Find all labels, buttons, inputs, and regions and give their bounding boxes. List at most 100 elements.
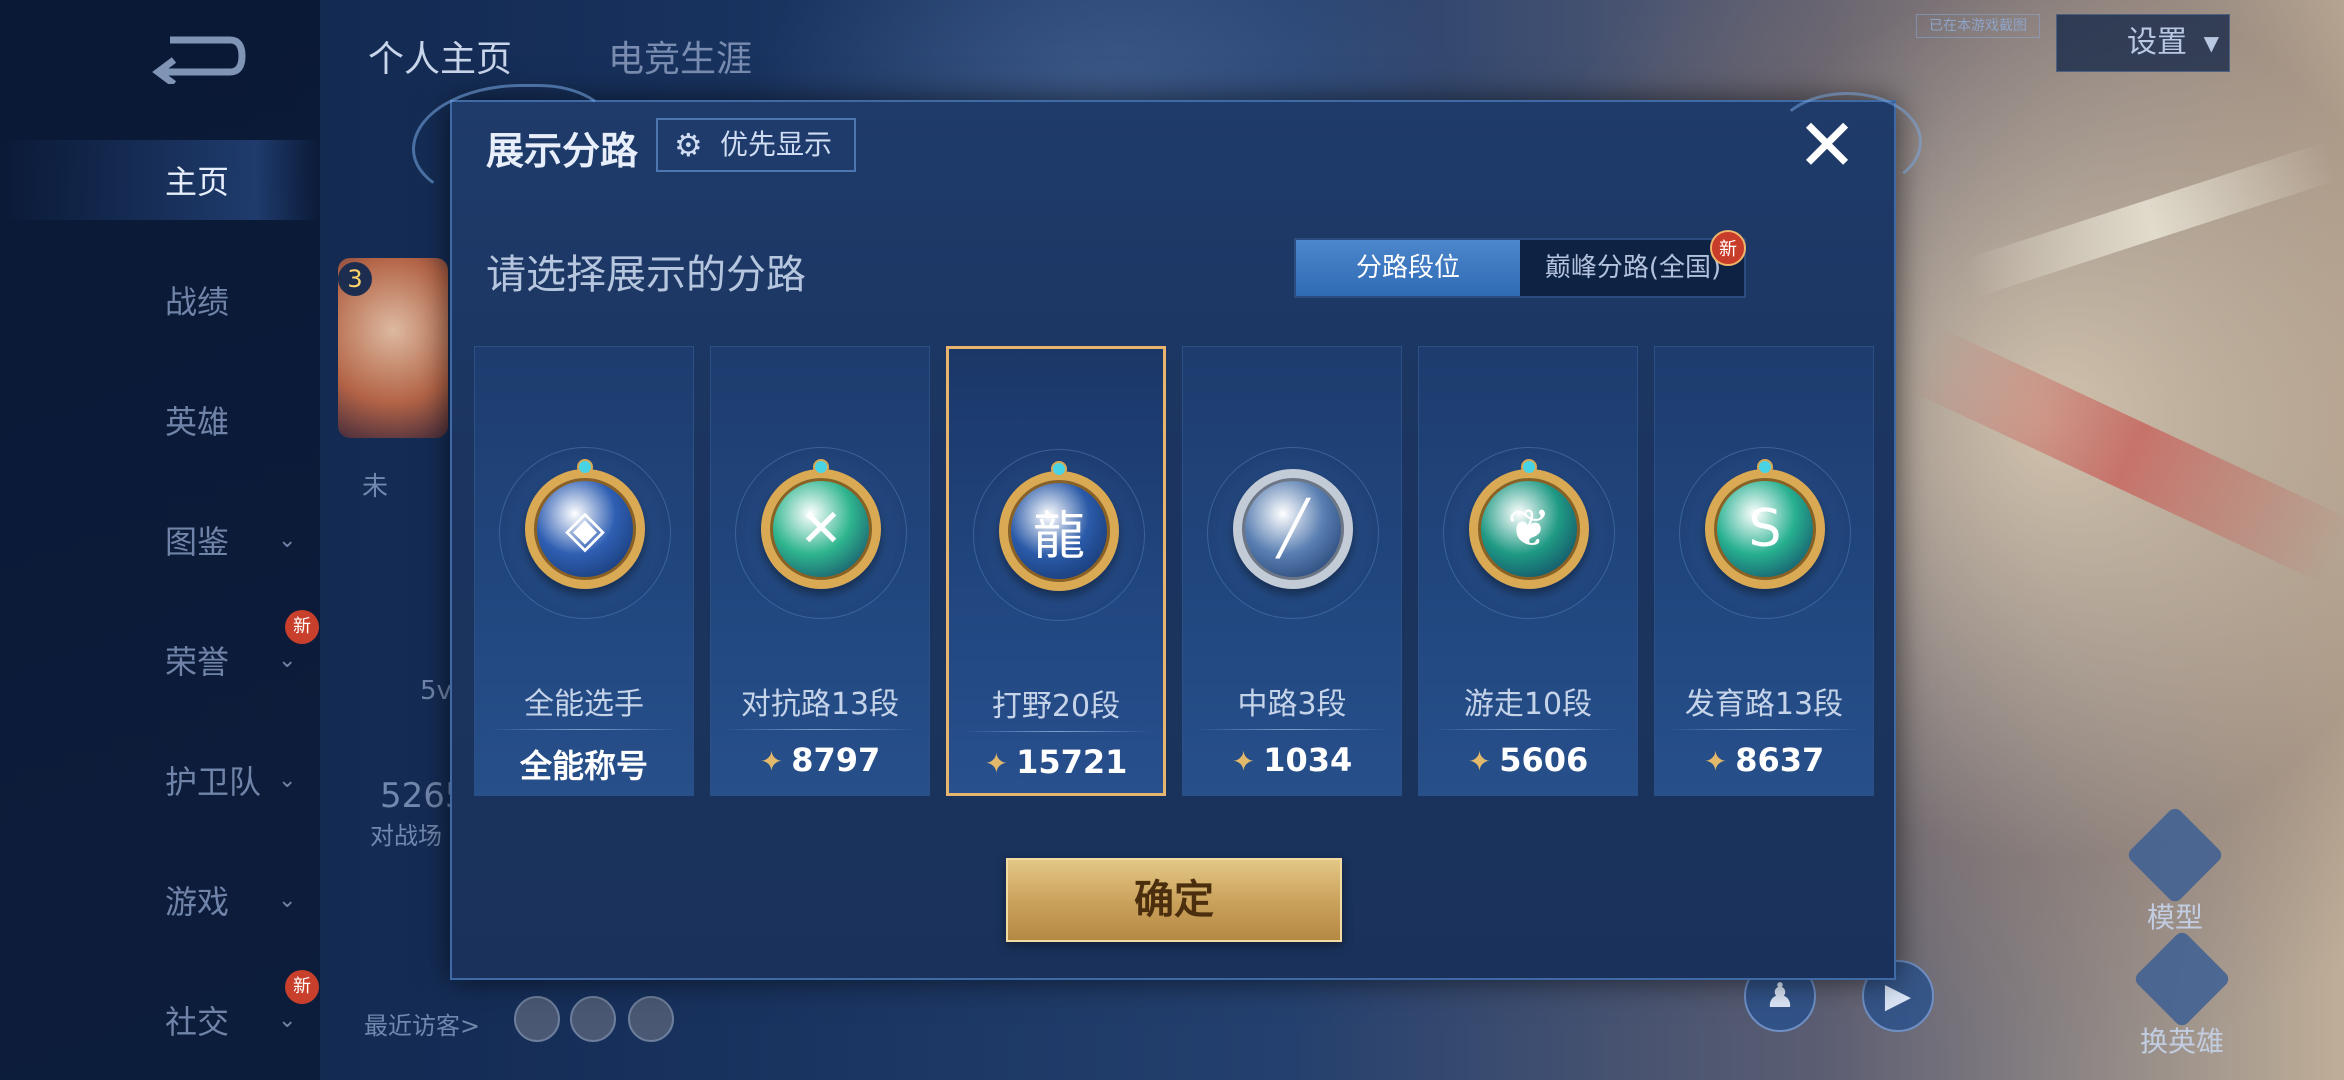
points-icon: ✦ xyxy=(984,747,1009,780)
gem-icon xyxy=(1521,459,1537,475)
sidebar-item-label: 社交 xyxy=(165,1003,230,1041)
lane-score-value: 全能称号 xyxy=(519,747,648,785)
lane-card[interactable]: 龍打野20段 ✦ 15721 xyxy=(946,346,1166,796)
sidebar-item-label: 游戏 xyxy=(165,883,230,921)
screenshot-tag: 已在本游戏截图 xyxy=(1916,14,2040,38)
new-badge: 新 xyxy=(285,610,319,644)
sidebar-item-2[interactable]: 英雄 xyxy=(0,380,320,460)
back-button[interactable] xyxy=(150,28,260,88)
dialog-title: 展示分路 xyxy=(486,129,639,173)
switch-hero-icon xyxy=(2132,929,2232,1029)
lane-score: ✦ 1034 xyxy=(1183,741,1401,779)
divider xyxy=(489,729,679,730)
sidebar-item-1[interactable]: 战绩 xyxy=(0,260,320,340)
lane-score-value: 8637 xyxy=(1735,741,1825,779)
points-icon: ✦ xyxy=(759,745,784,778)
tab-personal-home[interactable]: 个人主页 xyxy=(368,30,512,82)
chevron-down-icon: ⌄ xyxy=(278,887,297,913)
lane-rank-label: 发育路13段 xyxy=(1684,687,1844,722)
sidebar-item-label: 战绩 xyxy=(165,283,230,321)
priority-display-label: 优先显示 xyxy=(720,128,833,161)
lane-display-dialog: 展示分路 ⚙ 优先显示 ✕ 请选择展示的分路 分路段位 巅峰分路(全国) 新 ◈… xyxy=(412,84,1922,980)
confirm-button[interactable]: 确定 xyxy=(1006,858,1342,942)
gem-icon xyxy=(813,459,829,475)
gear-icon: ⚙ xyxy=(674,126,703,164)
allround-icon: ◈ xyxy=(525,469,645,589)
lane-score-value: 1034 xyxy=(1263,741,1353,779)
points-icon: ✦ xyxy=(1231,745,1256,778)
clash-lane-icon: ✕ xyxy=(761,469,881,589)
visitor-avatar[interactable] xyxy=(628,996,674,1042)
lane-card[interactable]: ╱ 中路3段 ✦ 1034 xyxy=(1182,346,1402,796)
settings-label: 设置 xyxy=(2127,25,2187,60)
gem-icon xyxy=(577,459,593,475)
close-button[interactable]: ✕ xyxy=(1792,109,1862,181)
sidebar-item-label: 荣誉 xyxy=(165,643,230,681)
sidebar-item-6[interactable]: 游戏 ⌄ xyxy=(0,860,320,940)
sidebar-item-label: 图鉴 xyxy=(165,523,230,561)
divider xyxy=(1433,729,1623,730)
gem-icon xyxy=(1051,461,1067,477)
tab-lane-rank[interactable]: 分路段位 xyxy=(1296,240,1520,296)
sidebar-item-3[interactable]: 图鉴 ⌄ xyxy=(0,500,320,580)
play-icon: ▶ xyxy=(1884,976,1912,1016)
settings-dropdown[interactable]: 设置 ▼ xyxy=(2056,14,2230,72)
person-icon: ♟ xyxy=(1764,976,1796,1016)
sidebar-item-5[interactable]: 护卫队 ⌄ xyxy=(0,740,320,820)
lane-score-value: 15721 xyxy=(1016,743,1128,781)
lane-card[interactable]: ◈ 全能选手全能称号 xyxy=(474,346,694,796)
lane-score: ✦ 15721 xyxy=(949,743,1163,781)
dialog-subtitle: 请选择展示的分路 xyxy=(486,252,806,298)
lane-score: ✦ 8797 xyxy=(711,741,929,779)
sidebar-item-7[interactable]: 社交 ⌄ 新 xyxy=(0,970,320,1060)
new-badge: 新 xyxy=(285,970,319,1004)
lane-rank-label: 对抗路13段 xyxy=(740,687,900,722)
lane-rank-label: 全能选手 xyxy=(524,687,644,722)
sidebar-item-label: 英雄 xyxy=(165,403,230,441)
switch-hero-button[interactable]: 换英雄 xyxy=(2132,929,2232,1060)
lane-score-value: 8797 xyxy=(791,741,881,779)
divider xyxy=(1669,729,1859,730)
level-badge: 3 xyxy=(338,262,372,296)
recent-visitors-link[interactable]: 最近访客> xyxy=(364,1006,480,1041)
chevron-down-icon: ⌄ xyxy=(278,1007,297,1033)
chevron-down-icon: ⌄ xyxy=(278,527,297,553)
sidebar-item-label: 护卫队 xyxy=(165,763,262,801)
lane-type-toggle: 分路段位 巅峰分路(全国) 新 xyxy=(1294,230,1746,298)
lane-rank-label: 游走10段 xyxy=(1463,687,1593,722)
divider xyxy=(1197,729,1387,730)
mode-text: 5v xyxy=(420,676,452,706)
model-button[interactable]: 模型 xyxy=(2125,805,2225,936)
match-count-label: 对战场 xyxy=(370,822,442,850)
lane-card[interactable]: S 发育路13段 ✦ 8637 xyxy=(1654,346,1874,796)
sidebar-item-label: 主页 xyxy=(165,163,230,201)
divider xyxy=(725,729,915,730)
roam-wings-icon: ❦ xyxy=(1469,469,1589,589)
points-icon: ✦ xyxy=(1703,745,1728,778)
lane-score-value: 5606 xyxy=(1499,741,1589,779)
chevron-down-icon: ▼ xyxy=(2203,31,2219,55)
sidebar-item-0[interactable]: 主页 xyxy=(0,140,320,220)
chevron-down-icon: ⌄ xyxy=(278,767,297,793)
lane-score: 全能称号 xyxy=(475,741,693,787)
lane-card-list: ◈ 全能选手 全能称号 ✕ 对抗路13段 ✦ 8797 龍打野20段 ✦ 15721 ╱ 中路3段 ✦ 1… xyxy=(474,346,1874,796)
tab-esports-career[interactable]: 电竞生涯 xyxy=(608,30,752,82)
chevron-down-icon: ⌄ xyxy=(278,647,297,673)
gem-icon xyxy=(1757,459,1773,475)
mid-lane-icon: ╱ xyxy=(1233,469,1353,589)
sidebar-item-4[interactable]: 荣誉 ⌄ 新 xyxy=(0,610,320,700)
farm-lane-icon: S xyxy=(1705,469,1825,589)
visitor-avatar[interactable] xyxy=(570,996,616,1042)
switch-hero-label: 换英雄 xyxy=(2140,1025,2225,1058)
points-icon: ✦ xyxy=(1467,745,1492,778)
jungle-dragon-icon: 龍 xyxy=(999,471,1119,591)
lane-card[interactable]: ❦ 游走10段 ✦ 5606 xyxy=(1418,346,1638,796)
sidebar-nav: 主页 战绩 英雄 图鉴 ⌄ 荣誉 ⌄ 新护卫队 ⌄ 游戏 ⌄ 社交 ⌄ 新 xyxy=(0,0,320,1080)
lane-card[interactable]: ✕ 对抗路13段 ✦ 8797 xyxy=(710,346,930,796)
priority-display-button[interactable]: ⚙ 优先显示 xyxy=(656,118,856,172)
back-arrow-icon xyxy=(152,36,246,87)
visitor-avatar[interactable] xyxy=(514,996,560,1042)
lane-score: ✦ 8637 xyxy=(1655,741,1873,779)
close-icon: ✕ xyxy=(1796,103,1858,187)
divider xyxy=(963,731,1153,732)
